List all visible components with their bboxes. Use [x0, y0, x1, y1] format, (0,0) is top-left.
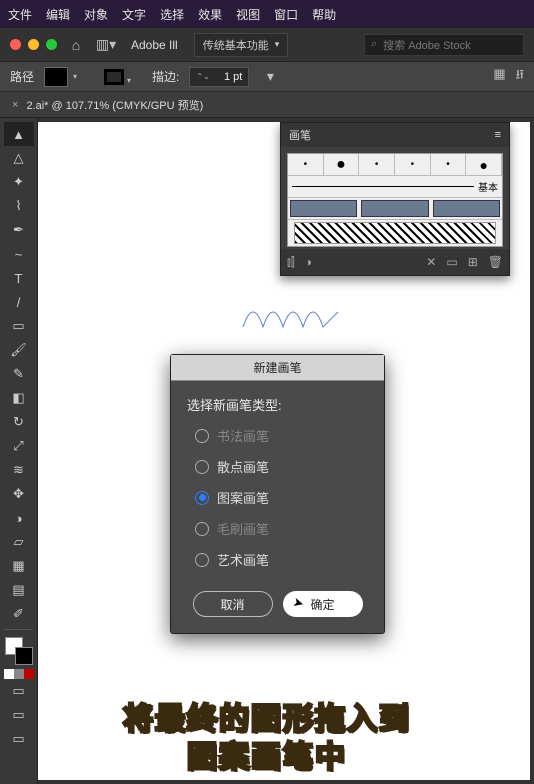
delete-brush-icon[interactable]: 🗑	[488, 255, 503, 269]
panel-footer: ⫾⫿ ◑ ✕ ▭ ⊞ 🗑	[281, 249, 509, 275]
menu-view[interactable]: 视图	[236, 6, 260, 23]
selected-brush-row[interactable]	[288, 198, 502, 220]
tool-curvature[interactable]: ~	[4, 242, 34, 266]
color-mode-row[interactable]	[4, 669, 34, 679]
tool-direct-selection[interactable]: △	[4, 146, 34, 170]
panel-menu-icon[interactable]: ≡	[495, 129, 501, 141]
panel-title: 画笔	[289, 127, 311, 143]
radio-scatter[interactable]: 散点画笔	[195, 457, 368, 476]
tool-magic-wand[interactable]: ✦	[4, 170, 34, 194]
new-brush-dialog: 新建画笔 选择新画笔类型: 书法画笔散点画笔图案画笔毛刷画笔艺术画笔 取消 确定	[170, 354, 385, 634]
radio-art[interactable]: 艺术画笔	[195, 550, 368, 569]
tool-pen[interactable]: ✒	[4, 218, 34, 242]
menu-object[interactable]: 对象	[84, 6, 108, 23]
tool-selection[interactable]: ▲	[4, 122, 34, 146]
remove-stroke-icon[interactable]: ✕	[426, 255, 436, 269]
brush-libraries-icon[interactable]: ◑	[305, 255, 312, 269]
tool-eraser[interactable]: ◧	[4, 386, 34, 410]
home-icon[interactable]: ⌂	[65, 34, 87, 56]
tool-free-transform[interactable]: ✥	[4, 482, 34, 506]
menu-bar: 文件 编辑 对象 文字 选择 效果 视图 窗口 帮助	[0, 0, 534, 28]
libraries-icon[interactable]: ⫾⫿	[287, 255, 295, 270]
radio-pattern[interactable]: 图案画笔	[195, 488, 368, 507]
tool-width[interactable]: ≋	[4, 458, 34, 482]
window-close[interactable]	[10, 39, 21, 50]
edit-toolbar-icon[interactable]: ▭	[4, 727, 34, 751]
document-title: 2.ai* @ 107.71% (CMYK/GPU 预览)	[26, 97, 203, 113]
radio-label: 艺术画笔	[217, 550, 269, 569]
ok-button[interactable]: 确定	[283, 591, 363, 617]
brushes-panel[interactable]: 画笔 ≡ •●•••● 基本 ⫾⫿ ◑ ✕	[280, 122, 510, 276]
fill-stroke-swatch[interactable]	[5, 637, 33, 665]
stroke-weight-input[interactable]: ⌃⌄ 1 pt	[189, 67, 249, 87]
stock-search[interactable]: ⌕ 搜索 Adobe Stock	[364, 34, 524, 56]
window-controls	[10, 39, 57, 50]
tool-rectangle[interactable]: ▭	[4, 314, 34, 338]
stroke-label: 描边:	[152, 68, 179, 85]
menu-select[interactable]: 选择	[160, 6, 184, 23]
tool-type[interactable]: T	[4, 266, 34, 290]
radio-label: 书法画笔	[217, 426, 269, 445]
tool-scale[interactable]: ⤢	[4, 434, 34, 458]
new-brush-icon[interactable]: ⊞	[468, 255, 478, 269]
tool-eyedropper[interactable]: ✐	[4, 602, 34, 626]
menu-window[interactable]: 窗口	[274, 6, 298, 23]
app-name: Adobe Ill	[131, 38, 178, 52]
app-bar: ⌂ ▥▾ Adobe Ill 传统基本功能 ⌕ 搜索 Adobe Stock	[0, 28, 534, 62]
tool-rotate[interactable]: ↻	[4, 410, 34, 434]
tool-paintbrush[interactable]: 🖌	[4, 338, 34, 362]
tool-lasso[interactable]: ⌇	[4, 194, 34, 218]
radio-input	[195, 522, 209, 536]
brush-type-radio-group: 书法画笔散点画笔图案画笔毛刷画笔艺术画笔	[187, 426, 368, 569]
fill-swatch[interactable]: ▾	[44, 67, 68, 87]
radio-label: 图案画笔	[217, 488, 269, 507]
radio-calligraphic: 书法画笔	[195, 426, 368, 445]
tool-shape-builder[interactable]: ◑	[4, 506, 34, 530]
radio-bristle: 毛刷画笔	[195, 519, 368, 538]
menu-file[interactable]: 文件	[8, 6, 32, 23]
screen-mode-icon[interactable]: ▭	[4, 679, 34, 703]
radio-label: 散点画笔	[217, 457, 269, 476]
search-icon: ⌕	[371, 38, 377, 51]
tool-line[interactable]: /	[4, 290, 34, 314]
tool-gradient[interactable]: ▤	[4, 578, 34, 602]
window-minimize[interactable]	[28, 39, 39, 50]
workspace-switcher[interactable]: 传统基本功能	[194, 33, 289, 57]
arrange-documents-icon[interactable]: ▥▾	[95, 34, 117, 56]
basic-brush-label: 基本	[478, 179, 502, 194]
stroke-swatch[interactable]: ▾	[104, 69, 124, 85]
transform-icon[interactable]: ⭿	[516, 66, 524, 88]
stroke-profile-dropdown[interactable]: ▾	[259, 66, 281, 88]
brush-stroke-preview[interactable]	[294, 222, 496, 244]
menu-type[interactable]: 文字	[122, 6, 146, 23]
radio-label: 毛刷画笔	[217, 519, 269, 538]
tool-pencil[interactable]: ✎	[4, 362, 34, 386]
radio-input	[195, 429, 209, 443]
tool-perspective[interactable]: ▱	[4, 530, 34, 554]
window-maximize[interactable]	[46, 39, 57, 50]
toolbar: ▲△✦⌇✒~T/▭🖌✎◧↻⤢≋✥◑▱▦▤✐▭▭▭	[0, 118, 38, 784]
radio-input[interactable]	[195, 553, 209, 567]
close-tab-icon[interactable]: ×	[12, 99, 18, 111]
selection-mode: 路径	[10, 68, 34, 85]
dialog-title: 新建画笔	[171, 355, 384, 381]
control-bar: 路径 ▾ ▾ 描边: ⌃⌄ 1 pt ▾ ▦ ⭿	[0, 62, 534, 92]
dialog-prompt: 选择新画笔类型:	[187, 395, 368, 414]
menu-edit[interactable]: 编辑	[46, 6, 70, 23]
draw-mode-icon[interactable]: ▭	[4, 703, 34, 727]
cancel-button[interactable]: 取消	[193, 591, 273, 617]
radio-input[interactable]	[195, 460, 209, 474]
tool-mesh[interactable]: ▦	[4, 554, 34, 578]
search-placeholder: 搜索 Adobe Stock	[383, 37, 470, 53]
brush-options-icon[interactable]: ▭	[446, 255, 457, 269]
document-tab[interactable]: × 2.ai* @ 107.71% (CMYK/GPU 预览)	[0, 92, 534, 118]
align-icon[interactable]: ▦	[493, 66, 505, 88]
brush-list[interactable]: •●•••● 基本	[287, 153, 503, 247]
menu-help[interactable]: 帮助	[312, 6, 336, 23]
menu-effect[interactable]: 效果	[198, 6, 222, 23]
radio-input[interactable]	[195, 491, 209, 505]
drag-path-scribble	[238, 292, 358, 332]
